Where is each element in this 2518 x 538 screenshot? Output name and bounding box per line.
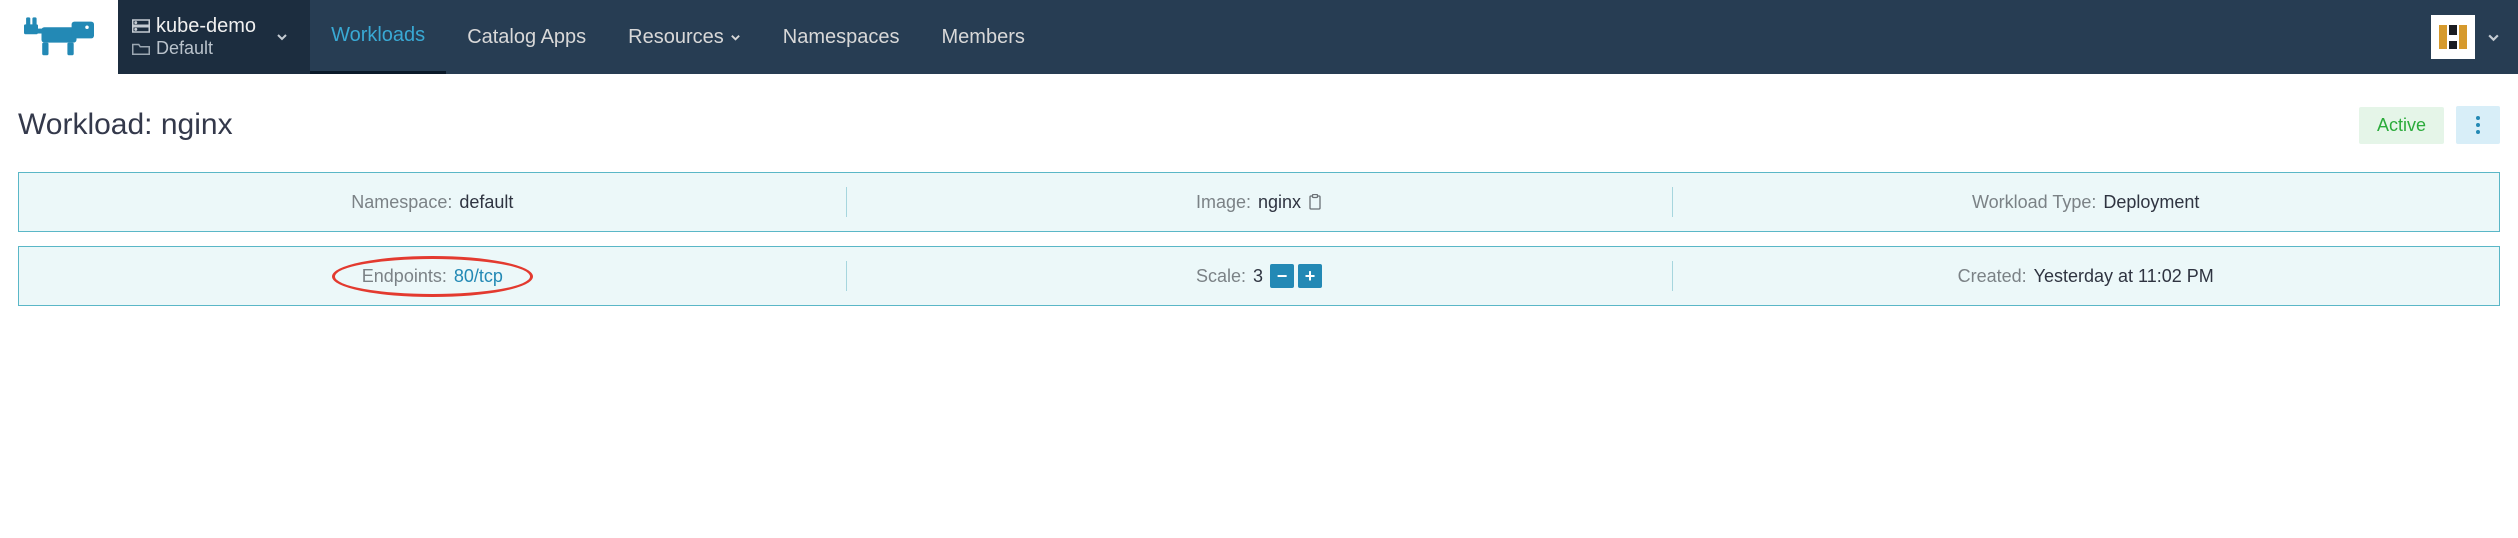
- chevron-down-icon: [2487, 31, 2500, 44]
- info-panel-1: Namespace: default Image: nginx Workload…: [18, 172, 2500, 232]
- actions-menu-button[interactable]: [2456, 106, 2500, 144]
- server-icon: [132, 19, 150, 33]
- nav-namespaces-label: Namespaces: [783, 26, 900, 49]
- page-title: Workload: nginx: [18, 108, 233, 142]
- image-label: Image:: [1196, 192, 1251, 213]
- project-name: Default: [156, 39, 213, 59]
- nav-catalog-apps-label: Catalog Apps: [467, 26, 586, 49]
- logo[interactable]: [0, 0, 118, 74]
- page-title-name: nginx: [161, 108, 233, 141]
- nav-catalog-apps[interactable]: Catalog Apps: [446, 0, 607, 74]
- nav-workloads[interactable]: Workloads: [310, 0, 446, 74]
- created-cell: Created: Yesterday at 11:02 PM: [1672, 247, 2499, 305]
- created-value: Yesterday at 11:02 PM: [2034, 266, 2214, 287]
- endpoints-label: Endpoints:: [362, 266, 447, 287]
- kebab-icon: [2476, 116, 2480, 134]
- nav-resources-label: Resources: [628, 26, 724, 49]
- folder-icon: [132, 42, 150, 56]
- scale-decrease-button[interactable]: −: [1270, 264, 1294, 288]
- scale-controls: − +: [1270, 264, 1322, 288]
- cluster-name: kube-demo: [156, 15, 256, 37]
- nav-namespaces[interactable]: Namespaces: [762, 0, 921, 74]
- rancher-cow-icon: [24, 17, 94, 57]
- scale-value: 3: [1253, 266, 1263, 287]
- cluster-selector[interactable]: kube-demo Default: [118, 0, 310, 74]
- scale-increase-button[interactable]: +: [1298, 264, 1322, 288]
- namespace-value: default: [459, 192, 513, 213]
- user-menu[interactable]: [2413, 0, 2518, 74]
- page-header: Workload: nginx Active: [0, 74, 2518, 172]
- page-title-prefix: Workload:: [18, 108, 161, 141]
- nav-members[interactable]: Members: [921, 0, 1046, 74]
- top-nav: kube-demo Default Workloads Catalog Apps…: [0, 0, 2518, 74]
- workload-type-label: Workload Type:: [1972, 192, 2096, 213]
- namespace-label: Namespace:: [351, 192, 452, 213]
- nav-workloads-label: Workloads: [331, 24, 425, 47]
- avatar-icon: [2435, 19, 2471, 55]
- scale-cell: Scale: 3 − +: [846, 247, 1673, 305]
- nav-links: Workloads Catalog Apps Resources Namespa…: [310, 0, 1046, 74]
- chevron-down-icon: [276, 31, 288, 43]
- info-panel-2: Endpoints: 80/tcp Scale: 3 − + Created: …: [18, 246, 2500, 306]
- workload-type-cell: Workload Type: Deployment: [1672, 173, 2499, 231]
- clipboard-icon[interactable]: [1308, 194, 1322, 210]
- namespace-cell: Namespace: default: [19, 173, 846, 231]
- endpoints-cell: Endpoints: 80/tcp: [19, 247, 846, 305]
- status-badge: Active: [2359, 107, 2444, 144]
- avatar: [2431, 15, 2475, 59]
- scale-label: Scale:: [1196, 266, 1246, 287]
- nav-members-label: Members: [942, 26, 1025, 49]
- nav-resources[interactable]: Resources: [607, 0, 762, 74]
- image-cell: Image: nginx: [846, 173, 1673, 231]
- image-value: nginx: [1258, 192, 1301, 213]
- endpoints-link[interactable]: 80/tcp: [454, 266, 503, 287]
- workload-type-value: Deployment: [2103, 192, 2199, 213]
- chevron-down-icon: [730, 32, 741, 43]
- created-label: Created:: [1958, 266, 2027, 287]
